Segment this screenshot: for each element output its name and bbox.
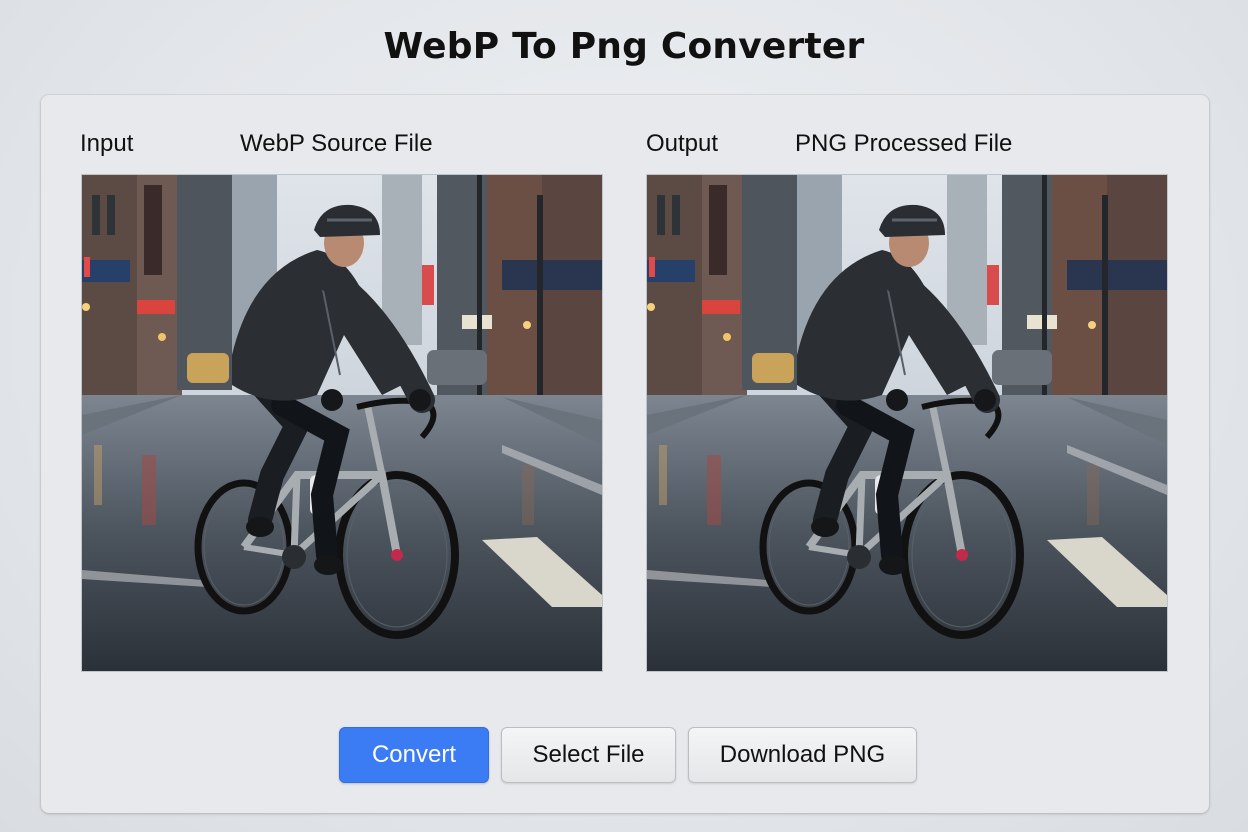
select-file-button[interactable]: Select File bbox=[501, 727, 676, 783]
input-description: WebP Source File bbox=[240, 130, 433, 157]
output-label: Output bbox=[646, 130, 719, 157]
page-title: WebP To Png Converter bbox=[383, 26, 865, 67]
cyclist-photo bbox=[82, 175, 602, 671]
download-png-button[interactable]: Download PNG bbox=[688, 727, 917, 783]
input-label: Input bbox=[80, 130, 134, 157]
output-image-preview bbox=[646, 174, 1168, 672]
convert-button[interactable]: Convert bbox=[339, 727, 489, 783]
cyclist-photo bbox=[647, 175, 1167, 671]
input-image-preview bbox=[81, 174, 603, 672]
output-description: PNG Processed File bbox=[795, 130, 1013, 157]
